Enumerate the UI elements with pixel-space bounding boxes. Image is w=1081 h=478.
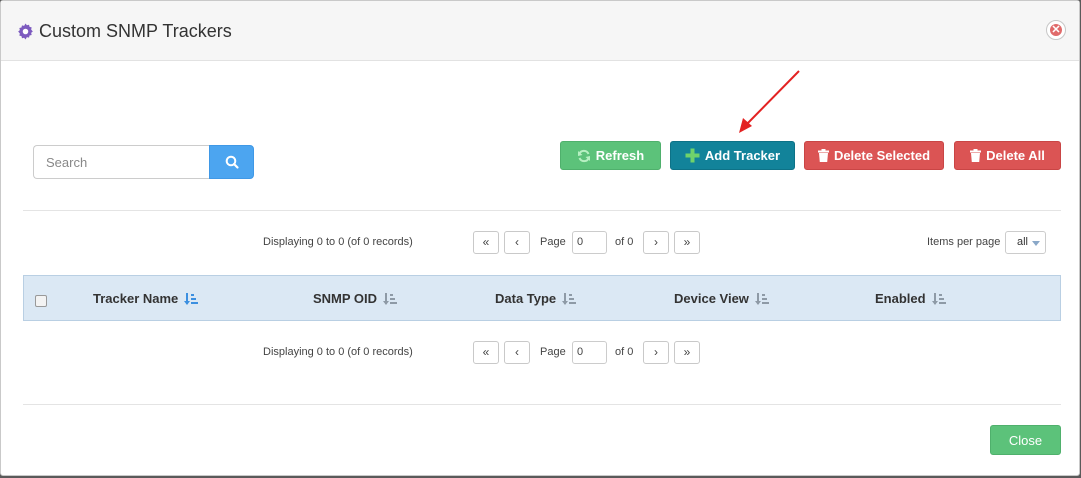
first-page-button[interactable]: « bbox=[473, 231, 499, 254]
plus-icon bbox=[685, 148, 700, 163]
add-tracker-label: Add Tracker bbox=[704, 148, 781, 163]
last-page-button[interactable]: » bbox=[674, 341, 700, 364]
select-all-checkbox[interactable] bbox=[35, 295, 47, 307]
sort-icon bbox=[562, 292, 577, 305]
items-per-page-select[interactable]: all bbox=[1005, 231, 1046, 254]
column-snmp-oid[interactable]: SNMP OID bbox=[313, 291, 398, 306]
custom-snmp-trackers-dialog: Custom SNMP Trackers ✕ Refresh Add Tra bbox=[0, 0, 1080, 476]
column-label: SNMP OID bbox=[313, 291, 378, 306]
close-circle-icon[interactable]: ✕ bbox=[1046, 20, 1066, 40]
delete-all-label: Delete All bbox=[986, 148, 1045, 163]
prev-page-button[interactable]: ‹ bbox=[504, 341, 530, 364]
delete-selected-label: Delete Selected bbox=[833, 148, 931, 163]
sort-icon bbox=[184, 292, 199, 305]
column-data-type[interactable]: Data Type bbox=[495, 291, 577, 306]
table-header: Tracker Name SNMP OID Data Type Device V… bbox=[23, 275, 1061, 321]
search-icon bbox=[225, 155, 239, 169]
close-button[interactable]: Close bbox=[990, 425, 1061, 455]
items-per-page-label: Items per page bbox=[927, 236, 1001, 248]
trash-icon bbox=[817, 149, 829, 162]
search-button[interactable] bbox=[209, 145, 254, 179]
divider-top bbox=[23, 210, 1061, 211]
trash-icon bbox=[970, 149, 982, 162]
column-label: Device View bbox=[674, 291, 749, 306]
page-number-input[interactable]: 0 bbox=[572, 231, 607, 254]
next-page-button[interactable]: › bbox=[643, 231, 669, 254]
page-number-input[interactable]: 0 bbox=[572, 341, 607, 364]
next-page-button[interactable]: › bbox=[643, 341, 669, 364]
delete-selected-button[interactable]: Delete Selected bbox=[804, 141, 944, 170]
column-enabled[interactable]: Enabled bbox=[875, 291, 946, 306]
prev-page-button[interactable]: ‹ bbox=[504, 231, 530, 254]
sort-icon bbox=[931, 292, 946, 305]
annotation-arrow bbox=[739, 70, 800, 133]
delete-all-button[interactable]: Delete All bbox=[954, 141, 1061, 170]
column-tracker-name[interactable]: Tracker Name bbox=[93, 291, 199, 306]
dialog-header: Custom SNMP Trackers ✕ bbox=[1, 1, 1079, 61]
column-device-view[interactable]: Device View bbox=[674, 291, 769, 306]
page-label: Page bbox=[540, 346, 566, 358]
page-of-text: of 0 bbox=[615, 236, 634, 248]
page-of-text: of 0 bbox=[615, 346, 634, 358]
gear-icon bbox=[18, 23, 33, 40]
chevron-down-icon bbox=[1032, 241, 1040, 246]
dialog-title: Custom SNMP Trackers bbox=[39, 21, 232, 41]
search-box bbox=[33, 145, 254, 179]
refresh-icon bbox=[577, 149, 590, 162]
sort-icon bbox=[383, 292, 398, 305]
display-count-text: Displaying 0 to 0 (of 0 records) bbox=[263, 346, 413, 358]
divider-bottom bbox=[23, 404, 1061, 405]
add-tracker-button[interactable]: Add Tracker bbox=[670, 141, 795, 170]
items-per-page-value: all bbox=[1017, 236, 1029, 248]
refresh-label: Refresh bbox=[595, 148, 645, 163]
column-label: Data Type bbox=[495, 291, 557, 306]
display-count-text: Displaying 0 to 0 (of 0 records) bbox=[263, 236, 413, 248]
last-page-button[interactable]: » bbox=[674, 231, 700, 254]
refresh-button[interactable]: Refresh bbox=[560, 141, 661, 170]
column-label: Enabled bbox=[875, 291, 926, 306]
page-label: Page bbox=[540, 236, 566, 248]
column-label: Tracker Name bbox=[93, 291, 179, 306]
sort-icon bbox=[754, 292, 769, 305]
search-input[interactable] bbox=[33, 145, 210, 179]
first-page-button[interactable]: « bbox=[473, 341, 499, 364]
